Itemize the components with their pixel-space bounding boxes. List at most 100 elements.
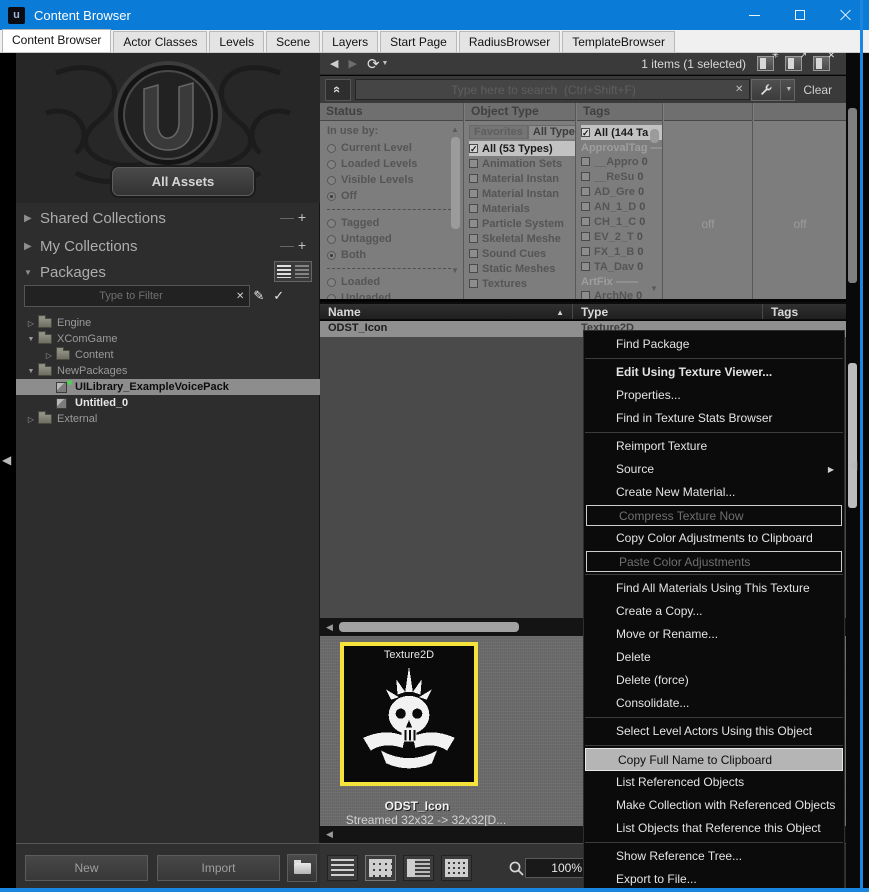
- filter-checkbox-particle-system[interactable]: Particle System: [469, 216, 575, 231]
- scroll-up-icon[interactable]: ▲: [451, 125, 459, 134]
- package-view-toggle[interactable]: [274, 261, 312, 282]
- sidebar-item-my-collections[interactable]: ▶ My Collections —+: [16, 233, 320, 259]
- refresh-dropdown-icon[interactable]: ▼: [382, 60, 389, 67]
- menu-item-source[interactable]: Source ▶: [584, 458, 844, 481]
- selected-asset-thumbnail[interactable]: Texture2D ODST_Icon Streamed 32x32 -> 32…: [340, 642, 506, 827]
- menu-item-consolidate[interactable]: Consolidate...: [584, 692, 844, 715]
- remove-browser-button[interactable]: ✕: [813, 50, 835, 71]
- add-collection-button[interactable]: +: [298, 209, 310, 225]
- remove-collection-button[interactable]: —: [280, 237, 298, 253]
- tree-item-untitled_0[interactable]: Untitled_0: [16, 395, 320, 411]
- tree-expanded-icon[interactable]: ▼: [26, 336, 36, 343]
- status-option-current-level[interactable]: Current Level: [327, 140, 463, 156]
- menu-item-properties[interactable]: Properties...: [584, 384, 844, 407]
- tree-collapsed-icon[interactable]: ▷: [26, 319, 36, 328]
- status-scrollbar[interactable]: ▲ ▼: [450, 125, 461, 275]
- menu-item-delete[interactable]: Delete: [584, 646, 844, 669]
- scroll-down-icon[interactable]: ▼: [451, 266, 459, 275]
- menu-item-find-package[interactable]: Find Package: [584, 333, 844, 356]
- filter-checkbox-material-instan[interactable]: Material Instan: [469, 186, 575, 201]
- filter-checkbox-skeletal-meshe[interactable]: Skeletal Meshe: [469, 231, 575, 246]
- refresh-button[interactable]: ⟳: [367, 55, 380, 73]
- filter-checkbox-materials[interactable]: Materials: [469, 201, 575, 216]
- clear-search-icon[interactable]: ✕: [735, 84, 743, 95]
- menu-item-move-or-rename[interactable]: Move or Rename...: [584, 623, 844, 646]
- split-view-button[interactable]: [403, 855, 434, 881]
- menu-item-delete-force[interactable]: Delete (force): [584, 669, 844, 692]
- minimize-button[interactable]: [731, 0, 777, 30]
- scroll-left-icon[interactable]: ◀: [326, 829, 333, 840]
- menu-item-list-objects-that-reference-this-object[interactable]: List Objects that Reference this Object: [584, 817, 844, 840]
- tags-scrollbar[interactable]: ▼: [649, 125, 660, 293]
- tab-layers[interactable]: Layers: [322, 31, 379, 52]
- object-type-tab-favorites[interactable]: Favorites: [469, 125, 528, 139]
- new-button[interactable]: New: [25, 855, 148, 881]
- menu-item-create-a-copy[interactable]: Create a Copy...: [584, 600, 844, 623]
- tab-content-browser[interactable]: Content Browser: [2, 29, 112, 52]
- tree-collapsed-icon[interactable]: ▷: [26, 415, 36, 424]
- menu-item-make-collection-with-referenced-objects[interactable]: Make Collection with Referenced Objects: [584, 794, 844, 817]
- tree-collapsed-icon[interactable]: ▷: [44, 351, 54, 360]
- thumbnail-view-button[interactable]: [365, 855, 396, 881]
- clone-browser-button[interactable]: ✳: [757, 50, 779, 71]
- scrollbar-thumb[interactable]: [338, 622, 519, 632]
- sidebar-item-packages[interactable]: ▼ Packages: [16, 259, 320, 285]
- add-collection-button[interactable]: +: [298, 237, 310, 253]
- menu-item-list-referenced-objects[interactable]: List Referenced Objects: [584, 771, 844, 794]
- menu-item-find-all-materials-using-this-texture[interactable]: Find All Materials Using This Texture: [584, 577, 844, 600]
- filter-checkbox-static-meshes[interactable]: Static Meshes: [469, 261, 575, 276]
- small-thumbnail-view-button[interactable]: [441, 855, 472, 881]
- menu-item-reimport-texture[interactable]: Reimport Texture: [584, 435, 844, 458]
- thumbnail-zoom-field[interactable]: [525, 858, 587, 878]
- object-type-tab-all-types[interactable]: All Types: [527, 125, 575, 139]
- vertical-scrollbar-thumb[interactable]: [848, 363, 857, 508]
- collapse-filters-button[interactable]: «: [325, 78, 351, 101]
- remove-collection-button[interactable]: —: [280, 209, 298, 225]
- menu-item-select-level-actors-using-this-object[interactable]: Select Level Actors Using this Object: [584, 720, 844, 743]
- pencil-icon[interactable]: ✎: [253, 288, 264, 304]
- menu-item-show-reference-tree[interactable]: Show Reference Tree...: [584, 845, 844, 868]
- tab-radiusbrowser[interactable]: RadiusBrowser: [458, 31, 561, 52]
- check-icon[interactable]: ✓: [273, 288, 284, 304]
- tree-item-xcomgame[interactable]: ▼ XComGame: [16, 331, 320, 347]
- float-browser-button[interactable]: ↗: [785, 50, 807, 71]
- tab-scene[interactable]: Scene: [266, 31, 321, 52]
- search-options-button[interactable]: [751, 78, 782, 101]
- vertical-scrollbar-thumb[interactable]: [848, 108, 857, 283]
- tree-item-uilibrary_examplevoicepack[interactable]: UILibrary_ExampleVoicePack: [16, 379, 320, 395]
- status-option-untagged[interactable]: Untagged: [327, 231, 463, 247]
- tab-start-page[interactable]: Start Page: [380, 31, 457, 52]
- scrollbar-thumb[interactable]: [451, 137, 460, 229]
- status-option-loaded[interactable]: Loaded: [327, 274, 463, 290]
- all-assets-button[interactable]: All Assets: [112, 167, 254, 196]
- maximize-button[interactable]: [777, 0, 823, 30]
- tree-item-engine[interactable]: ▷ Engine: [16, 315, 320, 331]
- column-header-name[interactable]: Name ▲: [320, 304, 573, 319]
- tree-item-newpackages[interactable]: ▼ NewPackages: [16, 363, 320, 379]
- menu-item-create-new-material[interactable]: Create New Material...: [584, 481, 844, 504]
- compact-list-icon[interactable]: [295, 265, 309, 278]
- scroll-down-icon[interactable]: ▼: [650, 284, 658, 293]
- filter-checkbox-material-instan[interactable]: Material Instan: [469, 171, 575, 186]
- history-forward-button[interactable]: ▶: [348, 57, 356, 70]
- open-package-button[interactable]: [287, 854, 317, 882]
- sidebar-item-shared-collections[interactable]: ▶ Shared Collections —+: [16, 205, 320, 231]
- tree-item-external[interactable]: ▷ External: [16, 411, 320, 427]
- list-view-button[interactable]: [327, 855, 358, 881]
- search-options-dropdown[interactable]: ▼: [781, 78, 796, 101]
- filter-checkbox-animation-sets[interactable]: Animation Sets: [469, 156, 575, 171]
- menu-item-copy-full-name-to-clipboard[interactable]: Copy Full Name to Clipboard: [585, 748, 843, 771]
- filter-checkbox-all-53-types-[interactable]: ✓ All (53 Types): [469, 141, 575, 156]
- column-header-type[interactable]: Type: [573, 304, 763, 319]
- collapse-right-panel-arrow[interactable]: ◀: [848, 458, 857, 472]
- tree-expanded-icon[interactable]: ▼: [26, 368, 36, 375]
- search-input[interactable]: [355, 79, 750, 100]
- scroll-left-icon[interactable]: ◀: [326, 622, 333, 633]
- tab-templatebrowser[interactable]: TemplateBrowser: [562, 31, 675, 52]
- status-option-visible-levels[interactable]: Visible Levels: [327, 172, 463, 188]
- history-back-button[interactable]: ◀: [330, 57, 338, 70]
- filter-checkbox-sound-cues[interactable]: Sound Cues: [469, 246, 575, 261]
- clear-filter-icon[interactable]: ✕: [236, 291, 244, 302]
- collapse-left-panel-arrow[interactable]: ◀: [2, 453, 11, 467]
- filter-checkbox-textures[interactable]: Textures: [469, 276, 575, 291]
